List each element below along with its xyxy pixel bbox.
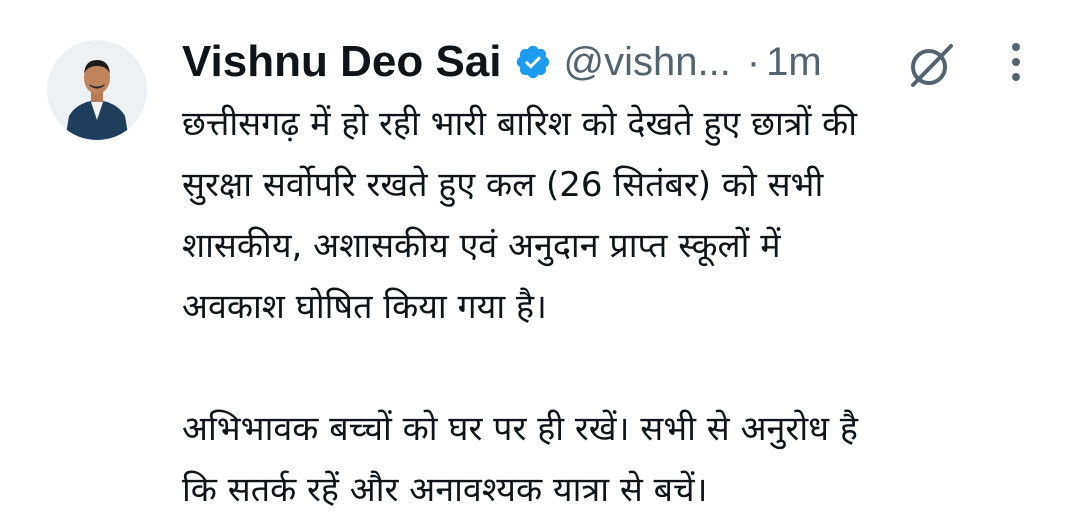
tweet-line: अभिभावक बच्चों को घर पर ही रखें। सभी से … [182,409,858,449]
tweet-line: अवकाश घोषित किया गया है। [182,287,547,327]
verified-badge-icon [514,43,552,81]
more-options-icon[interactable] [1004,40,1028,84]
tweet-line: सुरक्षा सर्वोपरि रखते हुए कल (26 सितंबर)… [182,165,824,205]
grok-icon[interactable] [905,40,957,90]
author-handle[interactable]: @vishn... [564,40,731,85]
tweet-line: कि सतर्क रहें और अनावश्यक यात्रा से बचें… [182,470,708,510]
tweet-text: छत्तीसगढ़ में हो रही भारी बारिश को देखते… [182,94,1042,521]
tweet-header: Vishnu Deo Sai @vishn... · 1m [182,32,822,92]
author-name[interactable]: Vishnu Deo Sai [182,37,502,87]
tweet-line: शासकीय, अशासकीय एवं अनुदान प्राप्त स्कूल… [182,226,781,266]
tweet-paragraph: छत्तीसगढ़ में हो रही भारी बारिश को देखते… [182,94,1042,338]
timestamp[interactable]: 1m [766,40,822,85]
separator-dot: · [746,39,761,84]
tweet-line: छत्तीसगढ़ में हो रही भारी बारिश को देखते… [182,104,858,144]
tweet-paragraph: अभिभावक बच्चों को घर पर ही रखें। सभी से … [182,399,1042,521]
avatar[interactable] [47,40,147,140]
